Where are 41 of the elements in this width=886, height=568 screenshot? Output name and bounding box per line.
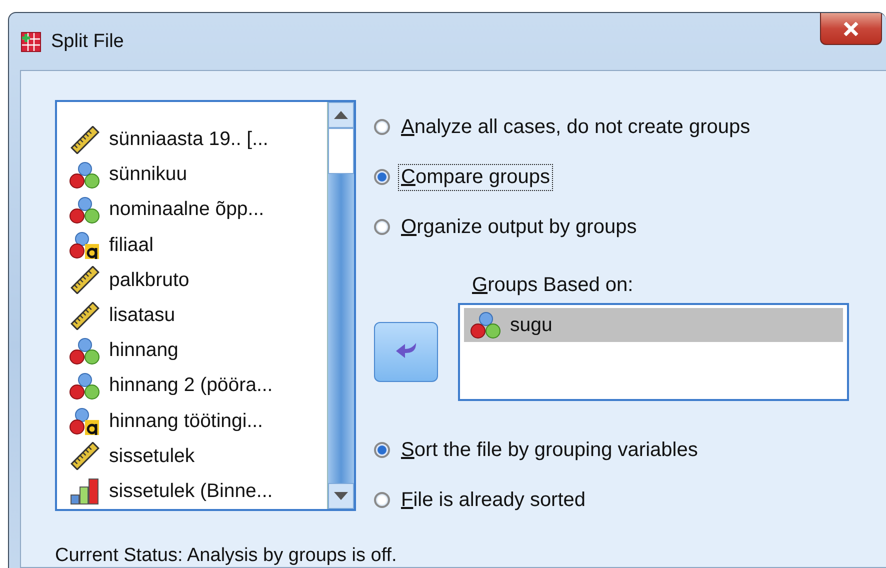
variable-item[interactable]: palkbruto — [109, 268, 190, 292]
nominal-variable-icon — [470, 311, 502, 339]
close-button[interactable] — [820, 13, 882, 45]
variable-item[interactable]: filiaal — [109, 234, 154, 257]
variable-item[interactable]: hinnang — [109, 339, 178, 362]
scrollbar[interactable] — [327, 102, 354, 509]
group-variable-item[interactable]: sugu — [464, 308, 843, 342]
groups-label: Groups Based on: — [471, 274, 634, 297]
radio-label[interactable]: Organize output by groups — [398, 214, 640, 240]
variable-item[interactable]: sissetulek — [109, 444, 195, 468]
variable-item[interactable]: sünnikuu — [109, 163, 188, 186]
move-button[interactable] — [374, 322, 438, 382]
radio-button[interactable] — [374, 492, 390, 508]
string-variable-icon — [69, 231, 101, 260]
variable-item[interactable]: hinnang töötingi... — [109, 410, 263, 433]
close-icon — [843, 22, 859, 36]
radio-label[interactable]: Sort the file by grouping variables — [398, 436, 701, 464]
radio-button[interactable] — [374, 119, 390, 135]
nominal-variable-icon — [69, 336, 101, 365]
window-title: Split File — [51, 30, 124, 52]
spreadsheet-icon — [21, 32, 41, 52]
scrollbar-thumb[interactable] — [328, 128, 354, 174]
nominal-variable-icon — [69, 160, 101, 189]
nominal-variable-icon — [69, 372, 101, 400]
string-variable-icon — [69, 407, 101, 436]
variable-item[interactable]: sünniaasta 19.. [... — [109, 128, 268, 152]
variable-item[interactable]: lisatasu — [109, 304, 176, 328]
up-arrow-icon — [334, 111, 348, 119]
variable-item[interactable]: sissetulek (Binne... — [109, 480, 273, 503]
variable-item[interactable]: hinnang 2 (pööra... — [109, 374, 273, 398]
variable-item[interactable]: nominaalne õpp... — [109, 198, 264, 222]
radio-button[interactable] — [374, 442, 390, 458]
radio-button[interactable] — [374, 169, 390, 185]
radio-label[interactable]: Analyze all cases, do not create groups — [398, 114, 754, 140]
bar-chart-icon — [69, 477, 101, 506]
status-text: Current Status: Analysis by groups is off. — [55, 545, 398, 567]
radio-label[interactable]: Compare groups — [398, 164, 553, 190]
nominal-variable-icon — [69, 196, 101, 224]
radio-button[interactable] — [374, 219, 390, 235]
down-arrow-icon — [334, 492, 348, 500]
radio-label[interactable]: File is already sorted — [398, 486, 589, 514]
